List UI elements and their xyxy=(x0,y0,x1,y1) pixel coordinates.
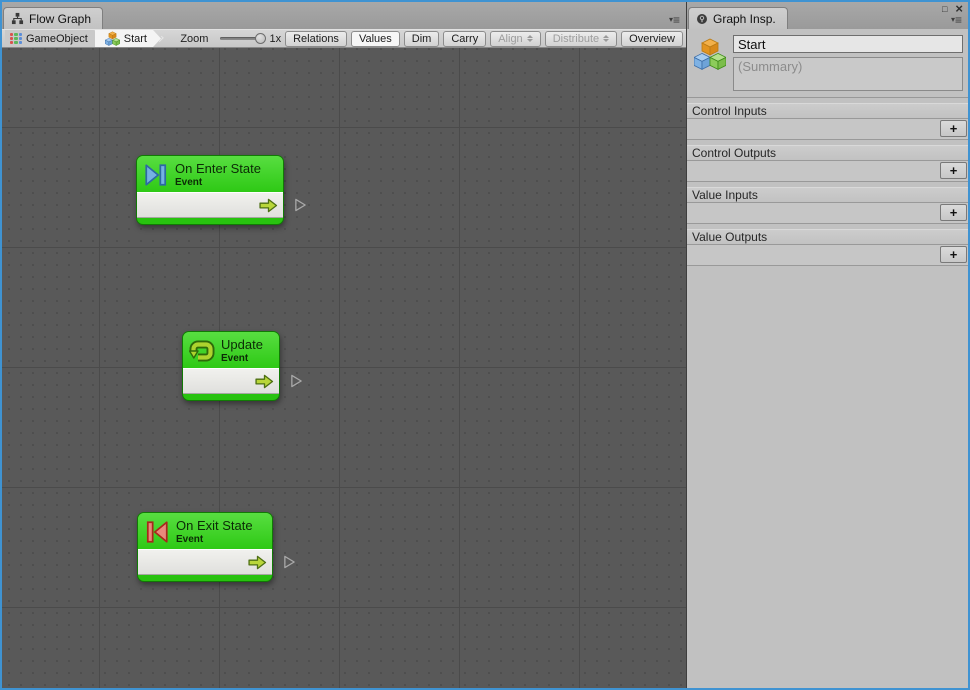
graph-asset-icon-large xyxy=(694,35,726,75)
node-body xyxy=(137,192,283,218)
add-value-input-button[interactable]: + xyxy=(940,204,967,221)
section-control-inputs: Control Inputs + xyxy=(687,103,968,140)
dropdown-arrows-icon xyxy=(603,35,609,42)
section-header: Control Outputs xyxy=(687,145,968,161)
graph-summary-input[interactable] xyxy=(733,57,963,91)
node-body xyxy=(138,549,272,575)
section-control-outputs: Control Outputs + xyxy=(687,145,968,182)
overview-button[interactable]: Overview xyxy=(621,31,683,47)
node-header: On Exit State Event xyxy=(138,513,272,549)
toolbar-buttons: Relations Values Dim Carry Align Distrib… xyxy=(281,31,683,47)
left-tabstrip: Flow Graph ▾ ≡ xyxy=(2,2,686,29)
node-on-exit-state[interactable]: On Exit State Event xyxy=(137,512,273,582)
flow-graph-icon xyxy=(11,12,24,25)
add-control-output-button[interactable]: + xyxy=(940,162,967,179)
node-header: On Enter State Event xyxy=(137,156,283,192)
node-footer xyxy=(137,218,283,224)
graph-inspector-header xyxy=(687,29,968,98)
section-row: + xyxy=(687,161,968,182)
tab-graph-inspector-label: Graph Insp. xyxy=(713,12,776,26)
step-forward-icon xyxy=(143,162,169,188)
loop-icon xyxy=(189,338,215,364)
ghost-port-icon[interactable] xyxy=(283,554,296,570)
add-value-output-button[interactable]: + xyxy=(940,246,967,263)
graph-inspector-pane: Graph Insp. □ × ▾ ≡ xyxy=(687,2,968,688)
node-footer xyxy=(183,394,279,400)
values-button[interactable]: Values xyxy=(351,31,400,47)
node-subtitle: Event xyxy=(221,353,263,364)
graph-inspector-icon xyxy=(696,13,708,25)
relations-button[interactable]: Relations xyxy=(285,31,347,47)
distribute-dropdown[interactable]: Distribute xyxy=(545,31,617,47)
node-footer xyxy=(138,575,272,581)
zoom-label: Zoom xyxy=(180,33,208,45)
align-dropdown[interactable]: Align xyxy=(490,31,540,47)
control-output-port-icon[interactable] xyxy=(255,374,274,389)
step-back-icon xyxy=(144,519,170,545)
section-header: Value Outputs xyxy=(687,229,968,245)
add-control-input-button[interactable]: + xyxy=(940,120,967,137)
control-output-port-icon[interactable] xyxy=(259,198,278,213)
tab-flow-graph[interactable]: Flow Graph xyxy=(3,7,103,29)
section-row: + xyxy=(687,203,968,224)
node-body xyxy=(183,368,279,394)
left-pane-menu-icon[interactable]: ▾ ≡ xyxy=(669,15,680,25)
section-value-inputs: Value Inputs + xyxy=(687,187,968,224)
flow-graph-pane: Flow Graph ▾ ≡ GameObject xyxy=(2,2,686,688)
maximize-icon[interactable]: □ xyxy=(942,3,947,15)
node-subtitle: Event xyxy=(176,534,253,545)
dim-button[interactable]: Dim xyxy=(404,31,440,47)
section-header: Value Inputs xyxy=(687,187,968,203)
zoom-slider[interactable] xyxy=(220,37,261,40)
zoom-slider-knob[interactable] xyxy=(255,33,266,44)
breadcrumb-gameobject-label: GameObject xyxy=(26,33,88,45)
control-output-port-icon[interactable] xyxy=(248,555,267,570)
right-pane-menu-icon[interactable]: ▾ ≡ xyxy=(951,15,962,25)
zoom-value: 1x xyxy=(269,33,281,45)
node-title: Update xyxy=(221,337,263,353)
graph-canvas[interactable]: On Enter State Event xyxy=(2,48,686,688)
section-value-outputs: Value Outputs + xyxy=(687,229,968,266)
node-update[interactable]: Update Event xyxy=(182,331,280,401)
tab-graph-inspector[interactable]: Graph Insp. xyxy=(688,7,788,29)
menu-lines-icon: ≡ xyxy=(955,15,962,25)
ghost-port-icon[interactable] xyxy=(294,197,307,213)
graph-asset-icon xyxy=(105,31,120,47)
section-row: + xyxy=(687,119,968,140)
menu-lines-icon: ≡ xyxy=(673,15,680,25)
flow-graph-window: Flow Graph ▾ ≡ GameObject xyxy=(0,0,970,690)
carry-button[interactable]: Carry xyxy=(443,31,486,47)
section-row: + xyxy=(687,245,968,266)
gameobject-icon xyxy=(10,33,22,45)
ghost-port-icon[interactable] xyxy=(290,373,303,389)
breadcrumb-start[interactable]: Start xyxy=(95,30,161,47)
breadcrumb-start-label: Start xyxy=(124,33,147,45)
node-on-enter-state[interactable]: On Enter State Event xyxy=(136,155,284,225)
graph-toolbar: GameObject Start Zoom xyxy=(2,29,686,48)
node-subtitle: Event xyxy=(175,177,261,188)
dropdown-arrows-icon xyxy=(527,35,533,42)
right-tabstrip: Graph Insp. □ × ▾ ≡ xyxy=(687,2,968,29)
section-header: Control Inputs xyxy=(687,103,968,119)
node-title: On Exit State xyxy=(176,518,253,534)
graph-title-input[interactable] xyxy=(733,35,963,53)
tab-flow-graph-label: Flow Graph xyxy=(29,12,91,26)
breadcrumb-gameobject[interactable]: GameObject xyxy=(5,30,102,47)
node-title: On Enter State xyxy=(175,161,261,177)
node-header: Update Event xyxy=(183,332,279,368)
